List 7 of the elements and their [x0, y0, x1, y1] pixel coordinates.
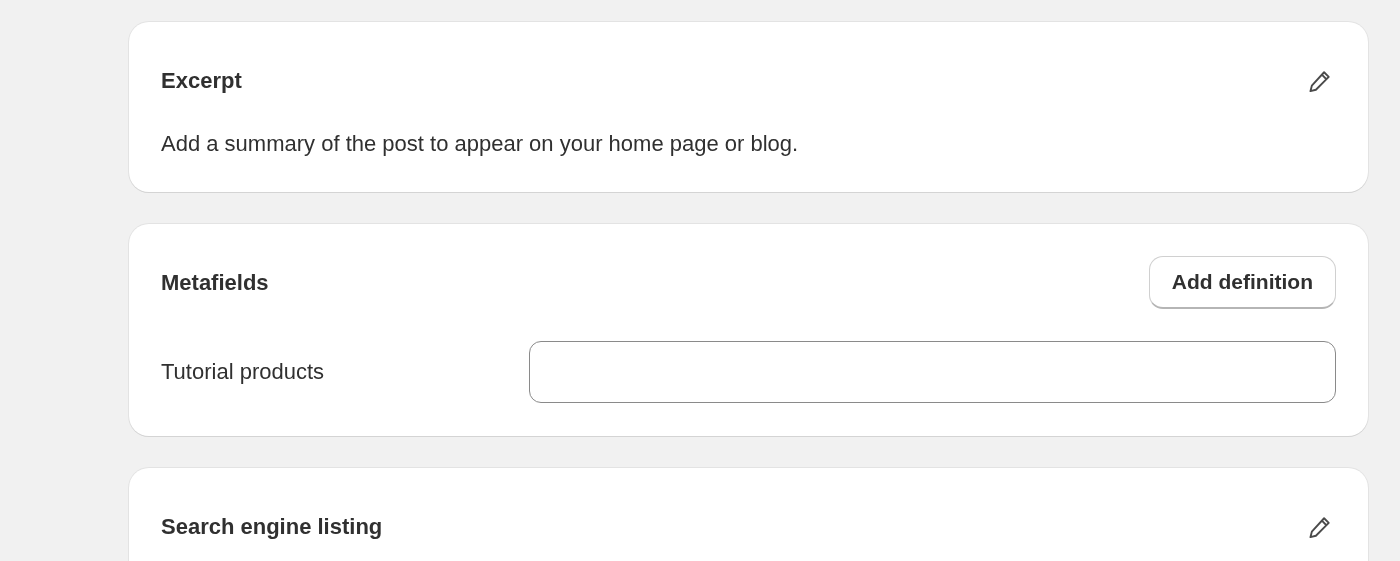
- card-title: Search engine listing: [161, 513, 383, 540]
- input-field[interactable]: [529, 341, 1336, 403]
- field-label: Tutorial products: [161, 359, 326, 385]
- card-description: Add a summary of the post to appear on your home page or blog.: [161, 130, 800, 158]
- card-title: Metafields: [161, 269, 269, 296]
- add-definition-button[interactable]: Add definition: [1148, 256, 1336, 309]
- card-title: Excerpt: [161, 67, 242, 94]
